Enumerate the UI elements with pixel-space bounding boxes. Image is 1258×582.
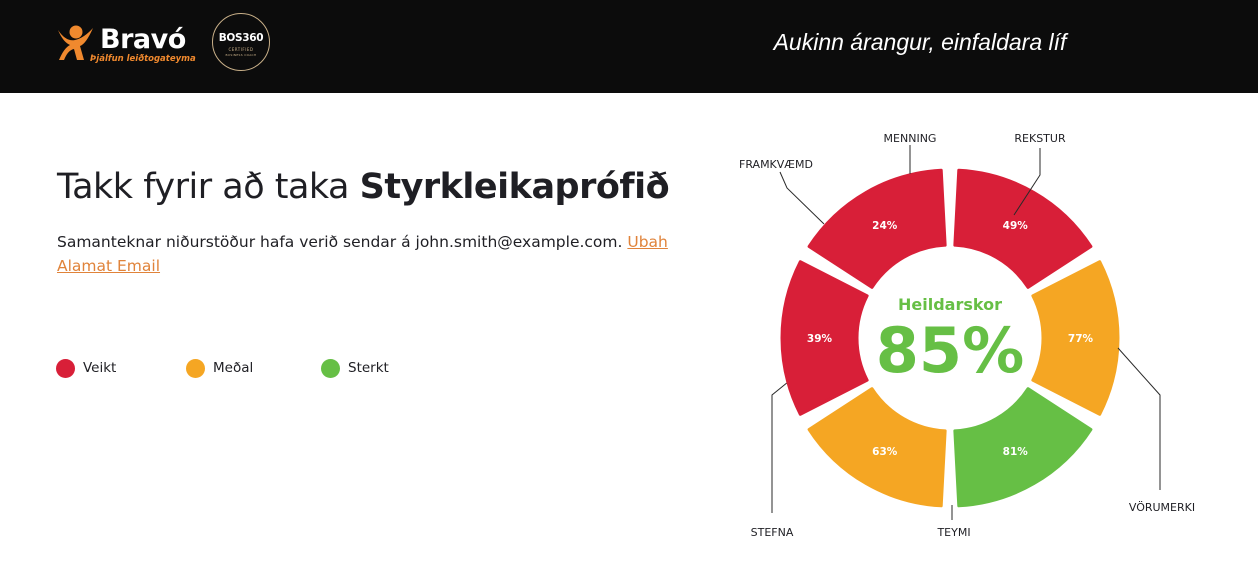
badge-subtitle-2: BUSINESS COACH [225,53,257,57]
badge-subtitle: CERTIFIED [228,47,254,52]
legend-item-medium: Meðal [186,358,253,378]
legend-dot-medium [186,358,205,378]
segment-name-stefna: STEFNA [751,526,794,539]
leader-line-vörumerki [1117,347,1161,490]
summary-message: Samanteknar niðurstöður hafa verið senda… [57,233,628,251]
legend-label-strong: Sterkt [348,360,389,376]
header-slogan: Aukinn árangur, einfaldara líf [773,29,1067,55]
legend-label-medium: Meðal [213,360,254,376]
legend-label-weak: Veikt [83,360,117,376]
logo-tagline: Þjálfun leiðtogateyma [90,54,196,64]
summary-text: Samanteknar niðurstöður hafa verið senda… [57,230,687,278]
segment-name-vörumerki: VÖRUMERKI [1129,501,1195,514]
segment-value-framkvæmd: 39% [807,333,833,345]
segment-name-menning: MENNING [884,132,937,145]
legend-item-weak: Veikt [56,358,116,378]
center-score-label: Heildarskor [898,295,1002,314]
legend-dot-weak [56,358,75,378]
center-score-value: 85% [876,314,1024,387]
segment-value-teymi: 81% [1003,446,1029,458]
legend-dot-strong [321,358,340,378]
segment-value-rekstur: 49% [1003,220,1029,232]
logo-name: Bravó [100,24,186,55]
segment-name-rekstur: REKSTUR [1014,132,1066,145]
bravo-logo[interactable]: Bravó Þjálfun leiðtogateyma [56,24,206,68]
title-prefix: Takk fyrir að taka [57,167,360,207]
badge-name: BOS360 [218,32,264,44]
title-bold: Styrkleikaprófið [359,167,670,207]
segment-value-menning: 24% [872,220,898,232]
segment-name-framkvæmd: FRAMKVÆMD [739,158,813,171]
leader-line-framkvæmd [779,171,825,225]
segment-name-teymi: TEYMI [936,526,970,539]
bos360-badge: BOS360 CERTIFIED BUSINESS COACH [212,13,270,71]
segment-value-vörumerki: 77% [1068,333,1094,345]
legend-item-strong: Sterkt [321,358,389,378]
segment-value-stefna: 63% [872,446,898,458]
leader-line-stefna [771,381,789,513]
header-bar: Bravó Þjálfun leiðtogateyma BOS360 CERTI… [0,0,1258,93]
page-title: Takk fyrir að taka Styrkleikaprófið [57,167,670,207]
